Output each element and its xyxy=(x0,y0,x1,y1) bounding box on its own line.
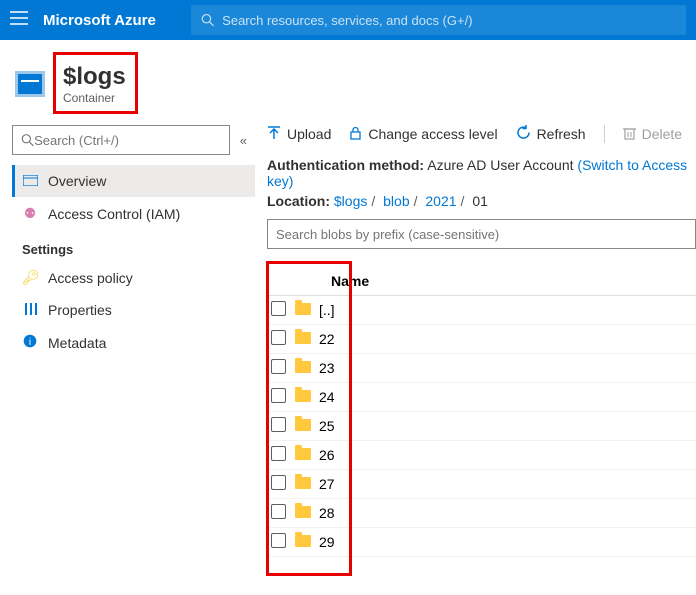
blob-search[interactable] xyxy=(267,219,696,249)
folder-icon xyxy=(295,535,311,547)
row-name: 22 xyxy=(315,325,696,354)
toolbar: Upload Change access level Refresh Delet… xyxy=(267,125,696,155)
row-name: 27 xyxy=(315,470,696,499)
folder-icon xyxy=(295,448,311,460)
collapse-sidebar-icon[interactable]: « xyxy=(240,133,255,148)
crumb-blob[interactable]: blob xyxy=(383,193,409,209)
crumb-year[interactable]: 2021 xyxy=(425,193,456,209)
crumb-logs[interactable]: $logs xyxy=(334,193,367,209)
folder-icon xyxy=(295,419,311,431)
upload-icon xyxy=(267,126,281,143)
key-icon: 🔑︎ xyxy=(22,269,38,286)
folder-icon xyxy=(295,332,311,344)
location-breadcrumb: Location: $logs/ blob/ 2021/ 01 xyxy=(267,191,696,211)
blob-search-input[interactable] xyxy=(276,227,687,242)
row-name: 29 xyxy=(315,528,696,557)
auth-label: Authentication method: xyxy=(267,157,424,173)
auth-value: Azure AD User Account xyxy=(427,157,573,173)
row-name: 28 xyxy=(315,499,696,528)
delete-icon xyxy=(623,126,636,143)
crumb-month: 01 xyxy=(472,193,488,209)
location-label: Location: xyxy=(267,193,330,209)
blob-table-area: Name [..]2223242526272829 xyxy=(267,267,696,557)
auth-method-line: Authentication method: Azure AD User Acc… xyxy=(267,155,696,191)
folder-icon xyxy=(295,361,311,373)
brand-label: Microsoft Azure xyxy=(43,12,156,29)
refresh-icon xyxy=(516,125,531,143)
sidebar-item-label: Overview xyxy=(48,173,106,189)
row-name: 23 xyxy=(315,354,696,383)
folder-icon xyxy=(295,477,311,489)
global-search-input[interactable] xyxy=(222,13,676,28)
sidebar-item-access-policy[interactable]: 🔑︎ Access policy xyxy=(12,261,255,294)
sidebar-item-properties[interactable]: Properties xyxy=(12,294,255,326)
sidebar-item-overview[interactable]: Overview xyxy=(12,165,255,197)
sidebar-search-input[interactable] xyxy=(34,133,221,148)
sidebar-item-label: Properties xyxy=(48,302,112,318)
info-icon: i xyxy=(22,334,38,351)
sidebar: « Overview ⚉ Access Control (IAM) Settin… xyxy=(0,113,255,557)
toolbar-separator xyxy=(604,125,605,143)
upload-button[interactable]: Upload xyxy=(267,125,331,143)
folder-icon xyxy=(295,390,311,402)
delete-button[interactable]: Delete xyxy=(623,125,682,143)
row-name: 25 xyxy=(315,412,696,441)
row-name: [..] xyxy=(315,296,696,325)
global-search[interactable] xyxy=(191,5,686,35)
sidebar-item-metadata[interactable]: i Metadata xyxy=(12,326,255,359)
properties-icon xyxy=(22,302,38,318)
search-icon xyxy=(21,133,34,147)
row-name: 24 xyxy=(315,383,696,412)
change-access-label: Change access level xyxy=(368,126,497,142)
refresh-button[interactable]: Refresh xyxy=(516,125,586,143)
upload-label: Upload xyxy=(287,126,331,142)
overview-icon xyxy=(22,173,38,189)
refresh-label: Refresh xyxy=(537,126,586,142)
container-icon xyxy=(15,71,45,97)
topbar: Microsoft Azure xyxy=(0,0,696,40)
delete-label: Delete xyxy=(642,126,682,142)
sidebar-item-iam[interactable]: ⚉ Access Control (IAM) xyxy=(12,197,255,230)
folder-icon xyxy=(295,506,311,518)
sidebar-item-label: Access Control (IAM) xyxy=(48,206,180,222)
main-pane: Upload Change access level Refresh Delet… xyxy=(255,113,696,557)
sidebar-item-label: Access policy xyxy=(48,270,133,286)
hamburger-menu-icon[interactable] xyxy=(10,11,28,30)
page-header: $logs Container xyxy=(0,40,696,113)
change-access-button[interactable]: Change access level xyxy=(349,125,497,143)
search-icon xyxy=(201,13,214,27)
sidebar-search[interactable] xyxy=(12,125,230,155)
sidebar-item-label: Metadata xyxy=(48,335,106,351)
people-icon: ⚉ xyxy=(22,205,38,222)
lock-icon xyxy=(349,126,362,143)
highlight-box-title xyxy=(53,52,138,114)
row-name: 26 xyxy=(315,441,696,470)
svg-text:i: i xyxy=(29,337,31,348)
folder-icon xyxy=(295,303,311,315)
sidebar-section-settings: Settings xyxy=(12,230,255,261)
